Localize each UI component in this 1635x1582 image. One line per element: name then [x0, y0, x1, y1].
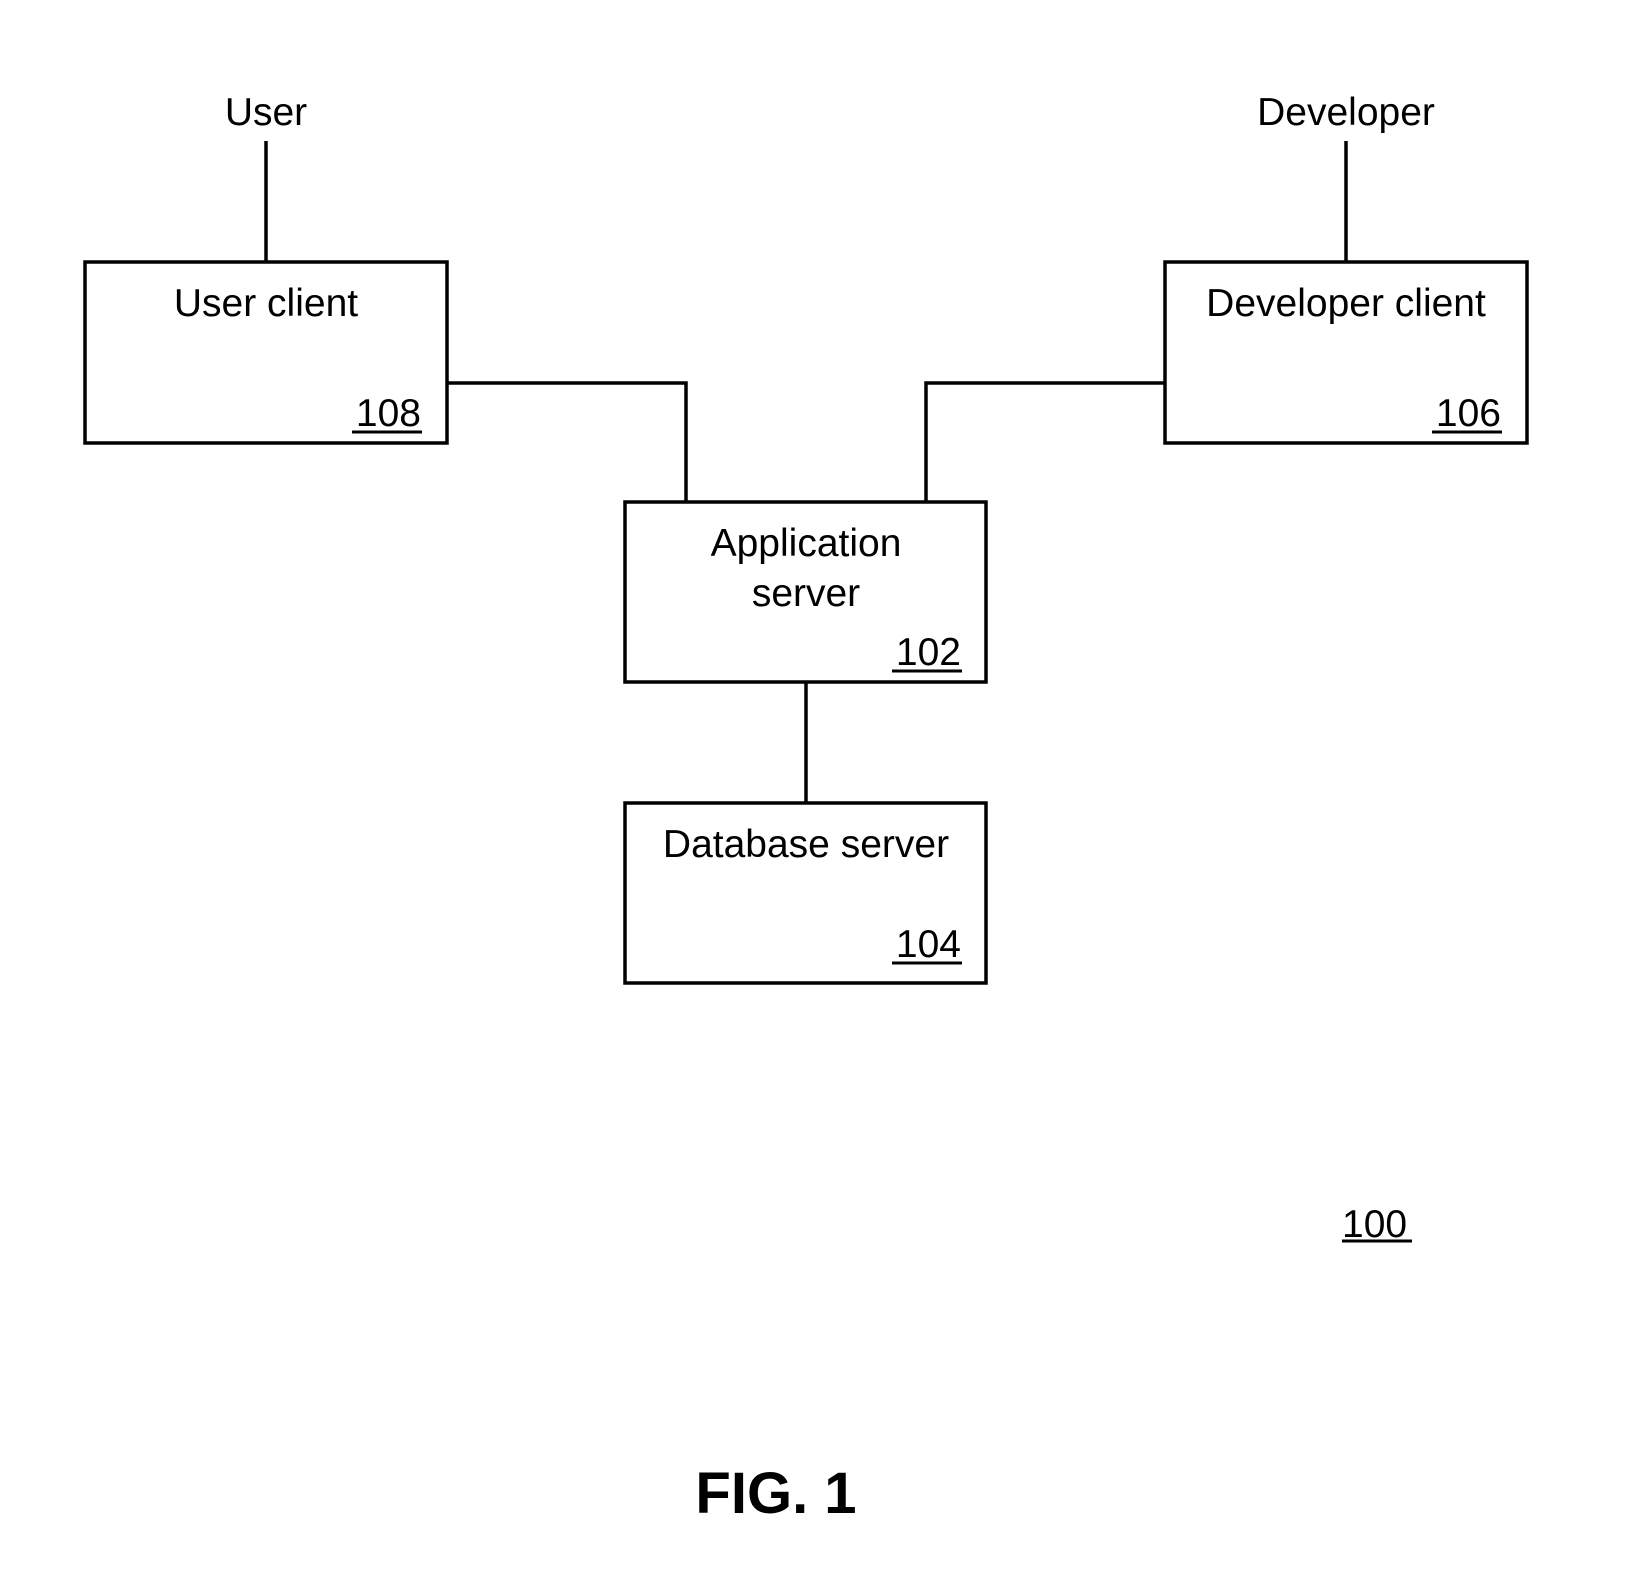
developer-client-ref: 106 [1436, 392, 1501, 435]
database-server-node: Database server 104 [623, 801, 988, 985]
system-diagram: User Developer User client 108 Developer… [83, 91, 1529, 1526]
application-server-label-line2: server [752, 572, 860, 615]
user-client-to-app-server-connector [447, 381, 688, 502]
user-actor-label: User [225, 91, 307, 134]
database-server-ref: 104 [896, 923, 961, 966]
user-client-node: User client 108 [83, 260, 449, 445]
application-server-label-line1: Application [711, 522, 902, 565]
developer-client-node: Developer client 106 [1163, 260, 1529, 445]
application-server-ref: 102 [896, 631, 961, 674]
user-client-ref: 108 [356, 392, 421, 435]
user-client-label: User client [174, 282, 358, 325]
developer-client-label: Developer client [1206, 282, 1486, 325]
developer-actor-label: Developer [1257, 91, 1435, 134]
figure-label: FIG. 1 [695, 1461, 856, 1526]
database-server-label: Database server [663, 823, 949, 866]
application-server-node: Application server 102 [623, 500, 988, 684]
developer-client-to-app-server-connector [924, 381, 1165, 502]
